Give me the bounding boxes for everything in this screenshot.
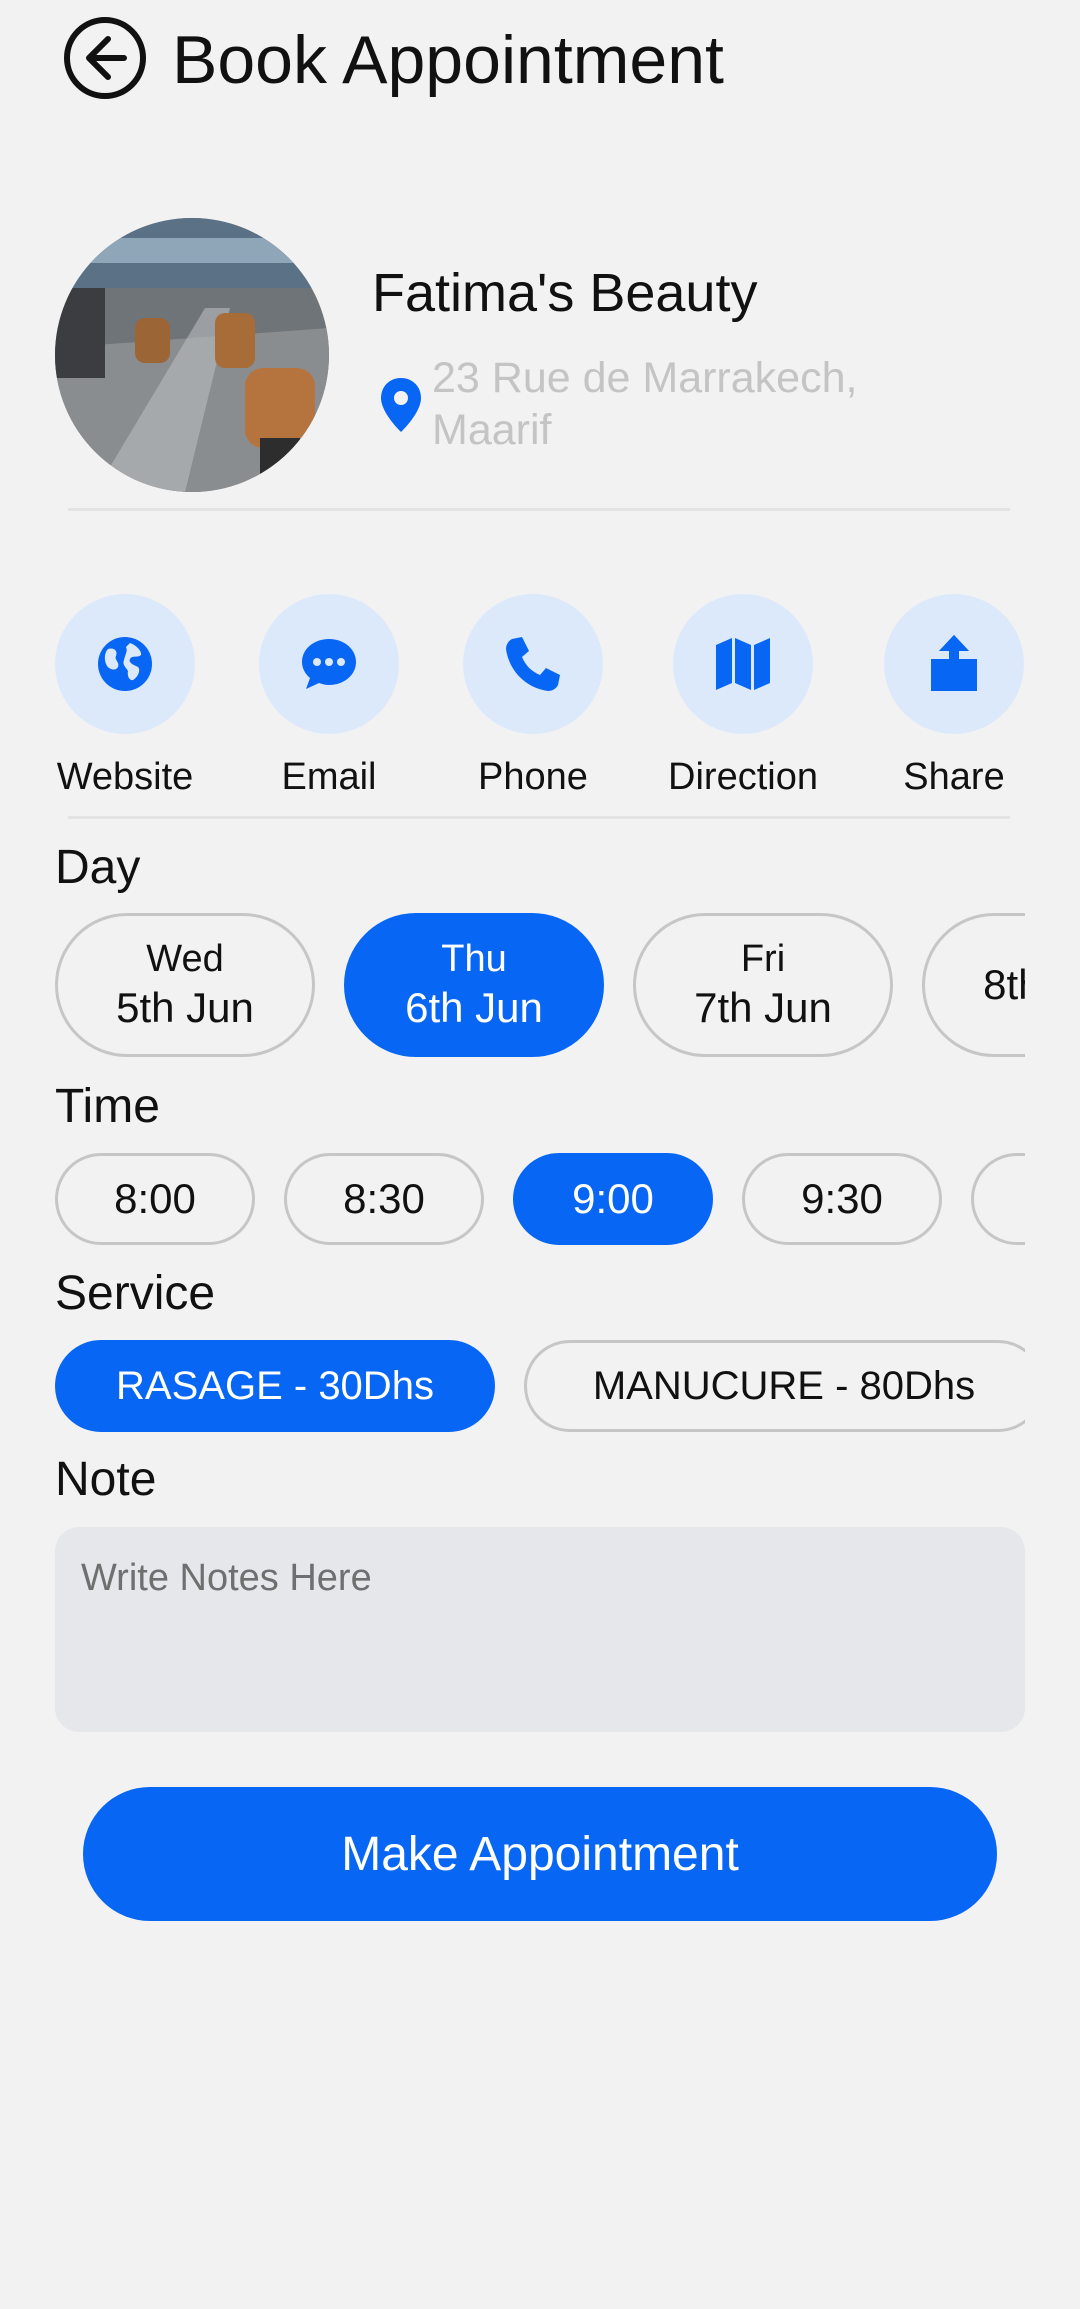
phone-icon xyxy=(506,637,560,691)
service-option[interactable]: MANUCURE - 80Dhs xyxy=(524,1340,1025,1432)
action-label: Share xyxy=(903,756,1005,798)
business-name: Fatima's Beauty xyxy=(372,263,758,323)
time-option[interactable]: 8:30 xyxy=(284,1153,484,1245)
back-button[interactable] xyxy=(62,15,148,101)
day-option-selected[interactable]: Thu 6th Jun xyxy=(344,913,604,1057)
website-action[interactable]: Website xyxy=(55,594,195,798)
day-option[interactable]: Fri 7th Jun xyxy=(633,913,893,1057)
service-section-title: Service xyxy=(55,1267,216,1320)
service-selector: RASAGE - 30Dhs MANUCURE - 80Dhs xyxy=(55,1340,1025,1434)
business-photo xyxy=(55,218,329,492)
service-option-selected[interactable]: RASAGE - 30Dhs xyxy=(55,1340,495,1432)
page-title: Book Appointment xyxy=(172,22,724,98)
email-action[interactable]: Email xyxy=(259,594,399,798)
action-label: Phone xyxy=(478,756,588,798)
share-action[interactable]: Share xyxy=(884,594,1024,798)
note-input[interactable] xyxy=(55,1527,1025,1732)
action-label: Direction xyxy=(668,756,818,798)
globe-icon xyxy=(98,637,152,691)
day-option[interactable]: Wed 5th Jun xyxy=(55,913,315,1057)
time-section-title: Time xyxy=(55,1080,160,1133)
arrow-left-circle-icon xyxy=(64,17,146,99)
note-section-title: Note xyxy=(55,1453,157,1506)
day-section-title: Day xyxy=(55,841,141,894)
divider xyxy=(68,508,1010,511)
map-icon xyxy=(716,638,770,690)
day-option[interactable]: 8th Jun xyxy=(922,913,1025,1057)
chat-icon xyxy=(302,639,356,689)
business-address: 23 Rue de Marrakech, Maarif xyxy=(432,354,858,454)
phone-action[interactable]: Phone xyxy=(463,594,603,798)
time-option[interactable]: 9:30 xyxy=(742,1153,942,1245)
share-icon xyxy=(931,635,977,691)
divider xyxy=(68,816,1010,819)
time-option[interactable] xyxy=(971,1153,1025,1245)
action-label: Website xyxy=(56,756,194,798)
time-option-selected[interactable]: 9:00 xyxy=(513,1153,713,1245)
time-option[interactable]: 8:00 xyxy=(55,1153,255,1245)
day-selector: Wed 5th Jun Thu 6th Jun Fri 7th Jun 8th … xyxy=(55,913,1025,1061)
time-selector: 8:00 8:30 9:00 9:30 xyxy=(55,1153,1025,1247)
make-appointment-button[interactable]: Make Appointment xyxy=(83,1787,997,1921)
app-header: Book Appointment xyxy=(0,0,1080,120)
action-label: Email xyxy=(281,756,377,798)
direction-action[interactable]: Direction xyxy=(668,594,818,798)
location-pin-icon xyxy=(378,376,424,434)
